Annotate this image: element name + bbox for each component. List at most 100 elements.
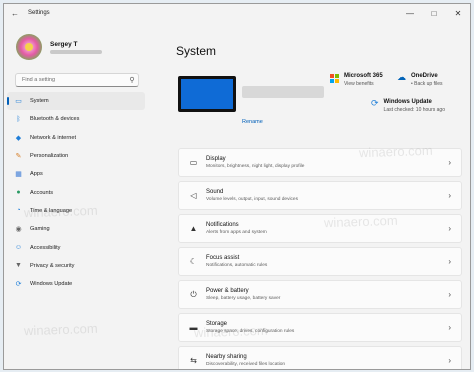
wifi-icon: ◆ xyxy=(15,134,22,142)
search-input[interactable]: Find a setting xyxy=(22,77,126,83)
card-subtitle: Sleep, battery usage, battery saver xyxy=(206,296,281,301)
chevron-right-icon: › xyxy=(448,224,451,233)
shield-icon: ▼ xyxy=(15,262,22,270)
device-image xyxy=(178,76,236,112)
title-bar: ← Settings — □ ✕ xyxy=(4,4,470,22)
chevron-right-icon: › xyxy=(448,356,451,365)
sidebar-item-gaming[interactable]: ◉ Gaming xyxy=(7,220,145,238)
profile-name: Sergey T xyxy=(50,40,78,48)
user-profile[interactable]: Sergey T xyxy=(16,34,102,60)
quick-sub: Last checked: 10 hours ago xyxy=(383,107,445,113)
windows-update-tile[interactable]: ⟳ Windows Update Last checked: 10 hours … xyxy=(371,98,445,113)
microsoft-logo-icon xyxy=(330,74,339,83)
card-title: Display xyxy=(206,156,226,162)
search-box[interactable]: Find a setting ⚲ xyxy=(15,73,139,87)
profile-email-blurred xyxy=(50,49,102,54)
card-title: Storage xyxy=(206,321,228,327)
monitor-icon: ▭ xyxy=(15,98,22,106)
sidebar: Sergey T Find a setting ⚲ ▭ System ᛒ Blueto… xyxy=(4,22,150,369)
chevron-right-icon: › xyxy=(448,158,451,167)
sidebar-item-accounts[interactable]: ● Accounts xyxy=(7,183,145,201)
window-title: Settings xyxy=(28,10,50,16)
globe-clock-icon: ◔ xyxy=(16,207,21,215)
settings-card-power-battery[interactable]: ⏻ Power & battery Sleep, battery usage, ba… xyxy=(178,280,462,309)
settings-card-nearby-sharing[interactable]: ⇆ Nearby sharing Discoverability, received… xyxy=(178,346,462,369)
sidebar-item-label: Windows Update xyxy=(30,281,73,288)
card-subtitle: Monitors, brightness, night light, displ… xyxy=(206,164,305,169)
avatar xyxy=(16,34,42,60)
update-icon: ⟳ xyxy=(15,281,22,289)
sidebar-item-label: Accounts xyxy=(30,189,54,196)
sidebar-item-label: Personalization xyxy=(30,153,69,160)
sidebar-item-label: Accessibility xyxy=(30,244,61,251)
sidebar-item-label: Bluetooth & devices xyxy=(30,116,80,123)
card-subtitle: Alerts from apps and system xyxy=(206,230,267,235)
device-name-blurred xyxy=(242,86,324,98)
quick-sub: View benefits xyxy=(344,81,374,87)
settings-cards: ▭ Display Monitors, brightness, night ligh… xyxy=(178,148,462,369)
microsoft-365-tile[interactable]: Microsoft 365 View benefits xyxy=(330,73,383,87)
sidebar-item-label: Network & internet xyxy=(30,134,77,141)
settings-card-sound[interactable]: ◁ Sound Volume levels, output, input, soun… xyxy=(178,181,462,210)
settings-card-display[interactable]: ▭ Display Monitors, brightness, night ligh… xyxy=(178,148,462,177)
sidebar-item-system[interactable]: ▭ System xyxy=(7,92,145,111)
quick-title: Microsoft 365 xyxy=(344,73,383,79)
chevron-right-icon: › xyxy=(448,290,451,299)
sidebar-item-personalization[interactable]: ✎ Personalization xyxy=(7,147,145,165)
quick-title: OneDrive xyxy=(411,73,438,79)
close-icon[interactable]: ✕ xyxy=(446,4,470,22)
onedrive-tile[interactable]: ☁ OneDrive • Back up files xyxy=(397,72,443,87)
display-icon: ▭ xyxy=(189,158,198,167)
card-title: Sound xyxy=(206,189,224,195)
card-subtitle: Notifications, automatic rules xyxy=(206,263,268,268)
sidebar-item-label: Time & language xyxy=(30,207,73,214)
chevron-right-icon: › xyxy=(448,323,451,332)
window-controls: — □ ✕ xyxy=(398,4,470,22)
chevron-right-icon: › xyxy=(448,191,451,200)
card-title: Power & battery xyxy=(206,288,249,294)
power-icon: ⏻ xyxy=(190,289,197,299)
sidebar-item-accessibility[interactable]: ☺ Accessibility xyxy=(7,238,145,256)
person-icon: ● xyxy=(16,189,21,197)
rename-link[interactable]: Rename xyxy=(242,119,263,125)
card-subtitle: Discoverability, received files location xyxy=(206,362,286,367)
settings-card-focus-assist[interactable]: ☾ Focus assist Notifications, automatic ru… xyxy=(178,247,462,276)
windows-update-icon: ⟳ xyxy=(371,98,379,108)
maximize-icon[interactable]: □ xyxy=(422,4,446,22)
settings-card-notifications[interactable]: ▲ Notifications Alerts from apps and syste… xyxy=(178,214,462,243)
sidebar-item-label: Privacy & security xyxy=(30,262,75,269)
sidebar-item-bluetooth-devices[interactable]: ᛒ Bluetooth & devices xyxy=(7,110,145,128)
onedrive-icon: ☁ xyxy=(397,72,406,82)
sidebar-item-label: Gaming xyxy=(30,226,50,233)
settings-card-storage[interactable]: ▬ Storage Storage space, drives, configura… xyxy=(178,313,462,342)
main-content: System Rename Microsoft 365 View benefit… xyxy=(164,22,470,369)
sidebar-item-apps[interactable]: ▦ Apps xyxy=(7,165,145,183)
card-title: Nearby sharing xyxy=(206,354,247,360)
share-icon: ⇆ xyxy=(190,356,197,365)
brush-icon: ✎ xyxy=(15,153,22,161)
page-title: System xyxy=(176,44,217,58)
card-title: Focus assist xyxy=(206,255,240,261)
speaker-icon: ◁ xyxy=(190,191,197,200)
bluetooth-icon: ᛒ xyxy=(16,115,21,123)
sidebar-item-windows-update[interactable]: ⟳ Windows Update xyxy=(7,275,145,293)
card-subtitle: Storage space, drives, configuration rul… xyxy=(206,329,295,334)
sidebar-item-network-internet[interactable]: ◆ Network & internet xyxy=(7,129,145,147)
sidebar-item-privacy-security[interactable]: ▼ Privacy & security xyxy=(7,257,145,275)
apps-icon: ▦ xyxy=(15,171,22,179)
quick-title: Windows Update xyxy=(383,99,432,105)
sidebar-item-label: System xyxy=(30,98,49,105)
sidebar-nav: ▭ System ᛒ Bluetooth & devices ◆ Network & in… xyxy=(7,92,145,293)
settings-window: ← Settings — □ ✕ Sergey T Find a setting… xyxy=(3,3,471,370)
search-icon: ⚲ xyxy=(129,77,135,84)
minimize-icon[interactable]: — xyxy=(398,4,422,22)
moon-icon: ☾ xyxy=(189,257,198,266)
card-subtitle: Volume levels, output, input, sound devi… xyxy=(206,197,298,202)
sidebar-item-time-language[interactable]: ◔ Time & language xyxy=(7,202,145,220)
back-arrow-icon[interactable]: ← xyxy=(8,9,22,18)
bell-icon: ▲ xyxy=(189,224,198,233)
chevron-right-icon: › xyxy=(448,257,451,266)
card-title: Notifications xyxy=(206,222,239,228)
quick-sub: • Back up files xyxy=(411,81,443,87)
storage-icon: ▬ xyxy=(189,323,198,332)
